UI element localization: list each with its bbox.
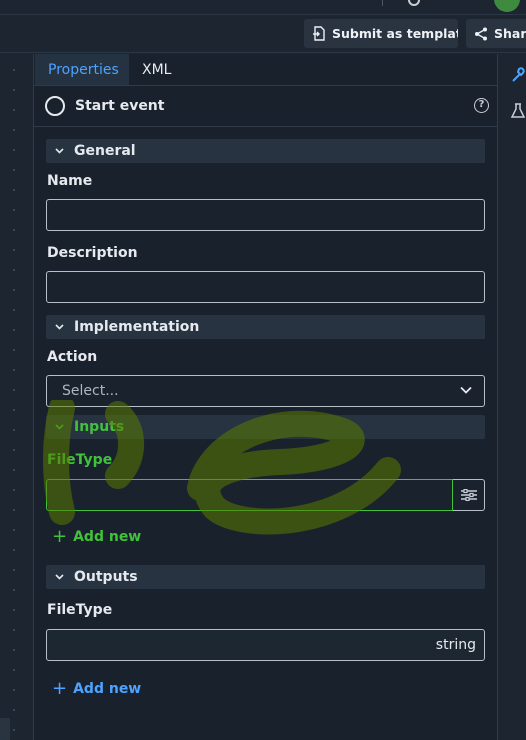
right-rail bbox=[498, 54, 526, 740]
wrench-icon[interactable] bbox=[510, 66, 526, 84]
input-filetype-field[interactable] bbox=[46, 479, 453, 511]
description-label: Description bbox=[47, 245, 138, 261]
share-label: Share bbox=[494, 26, 526, 41]
section-inputs-label: Inputs bbox=[74, 419, 125, 435]
properties-panel: Properties XML Start event ? General Nam… bbox=[33, 54, 498, 740]
section-implementation-label: Implementation bbox=[74, 319, 200, 335]
output-filetype-type: string bbox=[435, 637, 476, 653]
divider bbox=[382, 0, 383, 6]
add-new-output-label: Add new bbox=[73, 680, 142, 697]
output-filetype-label: FileType bbox=[47, 602, 113, 618]
element-title: Start event bbox=[75, 98, 165, 114]
plus-icon: + bbox=[52, 526, 68, 547]
flask-icon[interactable] bbox=[510, 102, 526, 120]
action-label: Action bbox=[47, 349, 98, 365]
section-outputs[interactable]: Outputs bbox=[46, 565, 485, 589]
template-file-icon bbox=[313, 26, 325, 41]
name-label: Name bbox=[47, 173, 93, 189]
tab-properties[interactable]: Properties bbox=[35, 54, 129, 85]
add-new-input-label: Add new bbox=[73, 528, 142, 545]
input-filetype-label: FileType bbox=[47, 452, 113, 468]
section-general-label: General bbox=[74, 143, 136, 159]
start-event-icon bbox=[45, 96, 65, 116]
chevron-down-icon bbox=[55, 148, 64, 154]
canvas-minimap-handle bbox=[0, 718, 10, 740]
chevron-down-icon bbox=[460, 386, 472, 394]
output-filetype-field[interactable]: string bbox=[46, 629, 485, 661]
share-button[interactable]: Share bbox=[466, 19, 526, 48]
chevron-down-icon bbox=[55, 324, 64, 330]
chevron-down-icon bbox=[55, 574, 64, 580]
action-select-value: Select... bbox=[62, 383, 119, 399]
description-input[interactable] bbox=[46, 271, 485, 303]
submit-as-template-button[interactable]: Submit as template bbox=[304, 19, 458, 48]
share-icon bbox=[475, 27, 487, 40]
mapping-options-button[interactable] bbox=[453, 479, 485, 511]
action-select[interactable]: Select... bbox=[46, 375, 485, 407]
help-circle-icon[interactable] bbox=[408, 0, 420, 6]
section-implementation[interactable]: Implementation bbox=[46, 315, 485, 339]
name-input[interactable] bbox=[46, 199, 485, 231]
toolbar: Submit as template Share bbox=[0, 15, 526, 53]
section-outputs-label: Outputs bbox=[74, 569, 138, 585]
section-inputs[interactable]: Inputs bbox=[46, 415, 485, 439]
plus-icon: + bbox=[52, 678, 68, 699]
panel-tabs: Properties XML bbox=[34, 54, 497, 86]
diagram-canvas[interactable] bbox=[0, 54, 33, 740]
section-general[interactable]: General bbox=[46, 139, 485, 163]
tab-xml[interactable]: XML bbox=[129, 54, 184, 85]
element-header: Start event ? bbox=[34, 87, 497, 127]
avatar[interactable] bbox=[494, 0, 520, 12]
top-strip bbox=[0, 0, 526, 15]
sliders-icon bbox=[460, 489, 477, 501]
help-icon[interactable]: ? bbox=[474, 98, 489, 113]
add-new-output-button[interactable]: + Add new bbox=[52, 678, 141, 699]
add-new-input-button[interactable]: + Add new bbox=[52, 526, 141, 547]
chevron-down-icon bbox=[55, 424, 64, 430]
submit-as-template-label: Submit as template bbox=[332, 26, 458, 41]
